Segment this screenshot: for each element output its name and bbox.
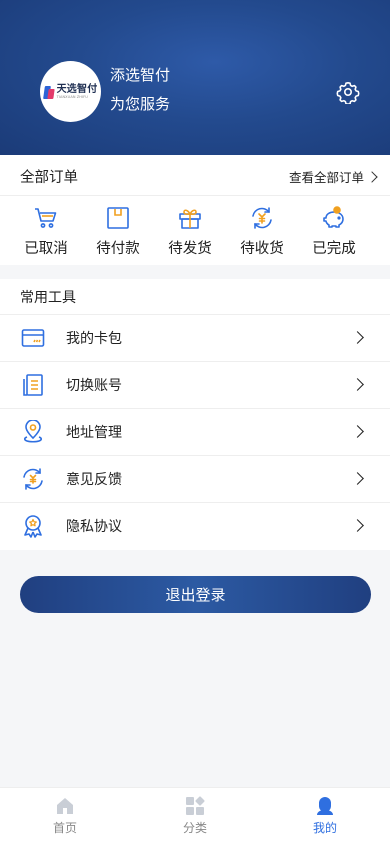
- tab-home[interactable]: 首页: [35, 796, 95, 836]
- tool-item-address[interactable]: 地址管理: [0, 408, 390, 455]
- order-status-label: 待付款: [96, 241, 140, 257]
- wallet-icon: [107, 207, 129, 229]
- tab-label: 首页: [52, 821, 77, 835]
- logout-button[interactable]: 退出登录: [20, 576, 371, 613]
- tools-title: 常用工具: [20, 290, 76, 306]
- tool-item-label: 意见反馈: [66, 472, 122, 488]
- card-icon: [21, 329, 45, 347]
- cart-icon: [35, 208, 57, 228]
- yuan-cycle-icon: [252, 207, 272, 229]
- location-pin-icon: [23, 420, 43, 443]
- avatar[interactable]: 天选智付 TIANXUAN ZHIFU: [40, 61, 101, 122]
- document-icon: [23, 374, 43, 396]
- tab-category[interactable]: 分类: [165, 796, 225, 836]
- chevron-right-icon: [351, 425, 364, 438]
- home-icon: [57, 798, 73, 814]
- award-icon: [24, 515, 42, 538]
- chevron-right-icon: [351, 472, 364, 485]
- order-status-completed[interactable]: 已完成: [298, 205, 370, 258]
- tool-item-feedback[interactable]: 意见反馈: [0, 455, 390, 502]
- tool-item-label: 地址管理: [66, 425, 122, 441]
- order-status-label: 已完成: [312, 241, 356, 257]
- chevron-right-icon: [351, 378, 364, 391]
- tool-item-label: 我的卡包: [66, 331, 122, 347]
- view-all-orders-label: 查看全部订单: [288, 170, 364, 185]
- logo-subtext: TIANXUAN ZHIFU: [56, 94, 88, 99]
- user-slogan: 为您服务: [110, 95, 171, 113]
- orders-title: 全部订单: [20, 170, 78, 186]
- logo-mark-icon: [44, 84, 55, 100]
- tool-item-label: 隐私协议: [66, 519, 122, 535]
- logo-text: 天选智付: [56, 83, 98, 95]
- tab-mine[interactable]: 我的: [295, 796, 355, 836]
- gear-icon[interactable]: [336, 80, 360, 104]
- order-status-to-ship[interactable]: 待发货: [154, 205, 226, 258]
- tool-item-switch-account[interactable]: 切换账号: [0, 361, 390, 408]
- chevron-right-icon: [351, 331, 364, 344]
- tools-section: 常用工具 我的卡包 切换账号 地址管理 意见反馈 隐私协议: [0, 279, 390, 550]
- chevron-right-icon: [351, 519, 364, 532]
- orders-header: 全部订单 查看全部订单: [0, 155, 390, 196]
- feedback-icon: [23, 468, 43, 490]
- chevron-right-icon: [366, 170, 378, 183]
- order-status-cancelled[interactable]: 已取消: [10, 205, 82, 258]
- orders-section: 全部订单 查看全部订单 已取消 待付款 待发货 待收货 已完成: [0, 155, 390, 265]
- tool-item-privacy[interactable]: 隐私协议: [0, 502, 390, 549]
- tool-item-card-wallet[interactable]: 我的卡包: [0, 314, 390, 361]
- order-status-to-receive[interactable]: 待收货: [226, 205, 298, 258]
- view-all-orders-link[interactable]: 查看全部订单: [288, 167, 378, 186]
- brand-logo: 天选智付 TIANXUAN ZHIFU: [44, 84, 98, 100]
- user-name: 添选智付: [110, 66, 171, 84]
- order-status-label: 已取消: [24, 241, 68, 257]
- tab-label: 我的: [312, 821, 337, 835]
- order-status-label: 待收货: [240, 241, 284, 257]
- order-status-pending-payment[interactable]: 待付款: [82, 205, 154, 258]
- profile-header: 天选智付 TIANXUAN ZHIFU 添选智付 为您服务: [0, 0, 390, 155]
- tool-item-label: 切换账号: [66, 378, 122, 394]
- piggy-bank-icon: [323, 206, 344, 228]
- order-status-label: 待发货: [168, 241, 212, 257]
- tab-label: 分类: [182, 821, 207, 835]
- gift-icon: [179, 209, 201, 229]
- category-icon: [186, 796, 205, 815]
- tab-bar: 首页 分类 我的: [0, 787, 390, 844]
- user-icon: [317, 797, 333, 815]
